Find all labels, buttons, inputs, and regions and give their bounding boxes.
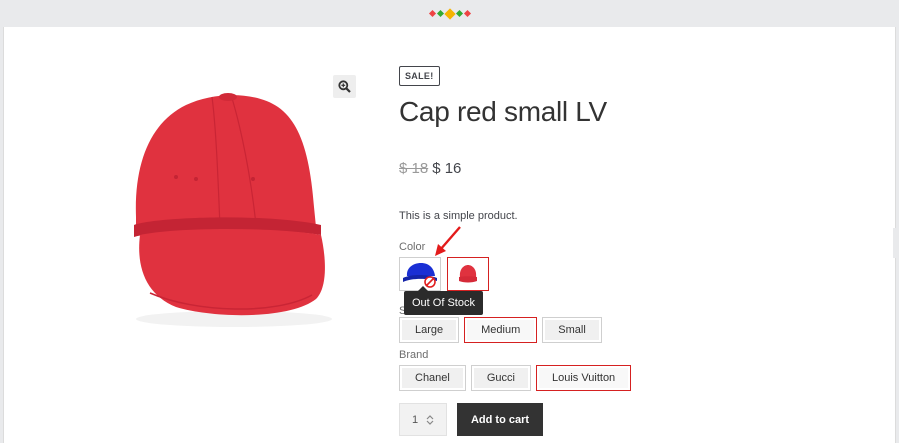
size-option-small[interactable]: Small: [542, 317, 602, 343]
top-bar: [0, 0, 899, 27]
color-swatches: [399, 257, 869, 291]
sale-badge: SALE!: [399, 66, 440, 86]
product-summary: SALE! Cap red small LV $ 18 $ 16 This is …: [399, 66, 869, 391]
add-to-cart-button[interactable]: Add to cart: [457, 403, 543, 436]
red-cap-image: [459, 265, 477, 283]
brand-option-gucci[interactable]: Gucci: [470, 365, 531, 391]
sale-price: $ 16: [432, 160, 462, 177]
product-image-red-cap[interactable]: [116, 67, 342, 337]
decoration-diamonds: [428, 7, 471, 20]
brand-label: Brand: [399, 349, 429, 361]
brand-options: Chanel Gucci Louis Vuitton: [399, 365, 869, 391]
out-of-stock-tooltip: Out Of Stock: [404, 286, 483, 315]
product-title: Cap red small LV: [399, 96, 607, 127]
product-gallery[interactable]: [100, 45, 358, 327]
quantity-stepper[interactable]: 1: [399, 403, 447, 436]
brand-option-louis-vuitton[interactable]: Louis Vuitton: [535, 365, 632, 391]
brand-option-chanel[interactable]: Chanel: [399, 365, 466, 391]
stepper-icon[interactable]: [426, 414, 434, 426]
zoom-button[interactable]: [333, 75, 356, 98]
color-swatch-red[interactable]: [447, 257, 489, 291]
product-description: This is a simple product.: [399, 210, 518, 222]
old-price: $ 18: [399, 160, 429, 177]
size-option-large[interactable]: Large: [399, 317, 460, 343]
size-option-medium[interactable]: Medium: [464, 317, 538, 343]
size-options: Large Medium Small: [399, 317, 869, 343]
zoom-in-icon: [338, 80, 351, 93]
quantity-value: 1: [411, 413, 419, 426]
side-tab: [893, 228, 899, 258]
product-price: $ 18 $ 16: [399, 160, 869, 177]
annotation-arrow-icon: [435, 226, 461, 256]
blue-cap-image: [403, 263, 437, 288]
color-label: Color: [399, 241, 426, 253]
